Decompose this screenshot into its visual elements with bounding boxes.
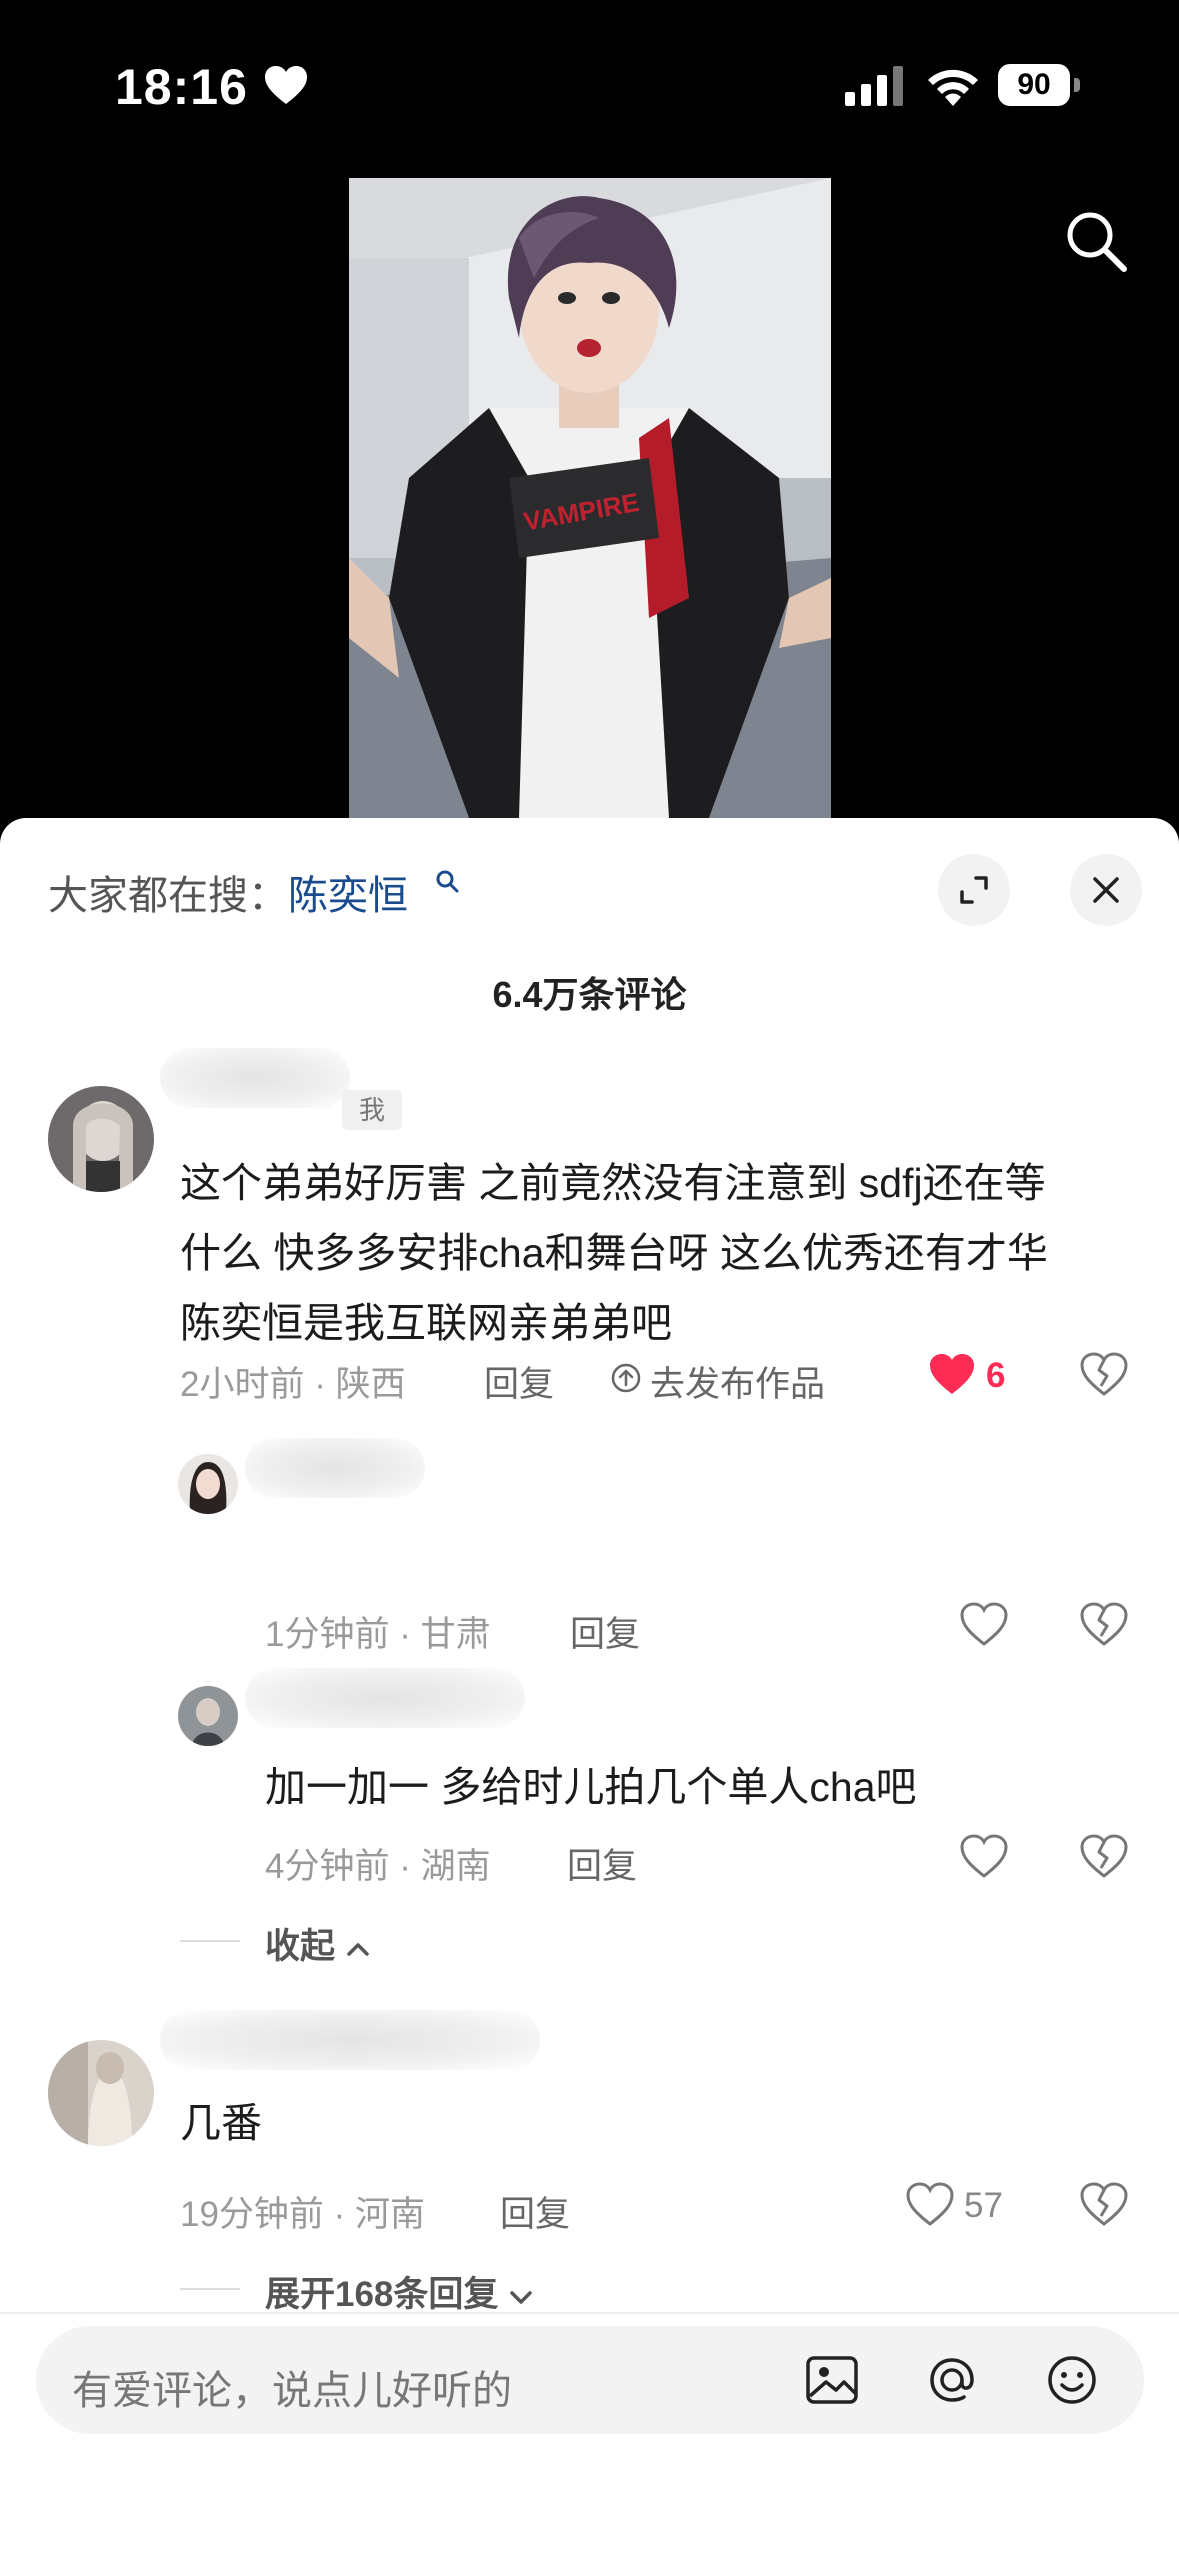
publish-icon [611,1363,641,1393]
search-icon[interactable] [1060,205,1130,275]
comment-panel: 大家都在搜：陈奕恒 6.4万条评论 我 这个弟弟好厉害 之前竟然没有注意到 sd… [0,818,1179,2556]
search-icon [436,870,459,893]
divider [0,2312,1179,2314]
like-icon[interactable] [960,1602,1008,1646]
comment-text: 几番 [180,2100,262,2146]
battery-indicator: 90 [998,64,1080,106]
chevron-down-icon [510,2291,532,2304]
expand-replies-button[interactable]: 展开168条回复 [265,2266,534,2317]
comment-text-line: 什么 快多多安排cha和舞台呀 这么优秀还有才华 [180,1230,1048,1276]
expand-icon [960,876,988,904]
username-blurred[interactable] [245,1438,425,1498]
divider [180,2288,240,2290]
comment-meta: 19分钟前 · 河南 [180,2195,426,2234]
emoji-icon[interactable] [1042,2350,1102,2410]
me-tag: 我 [342,1090,402,1130]
wifi-icon [928,69,978,106]
avatar[interactable] [48,1086,154,1192]
comment-meta: 1分钟前 · 甘肃 [265,1615,491,1654]
comment-text-line: 陈奕恒是我互联网亲弟弟吧 [180,1300,672,1346]
image-icon[interactable] [802,2350,862,2410]
like-icon[interactable] [906,2182,954,2226]
dislike-icon[interactable] [1080,2182,1128,2226]
dislike-icon[interactable] [1080,1834,1128,1878]
comment-text-line: 这个弟弟好厉害 之前竟然没有注意到 sdfj还在等 [180,1160,1046,1206]
comment-text: 这个弟弟好厉害 之前竟然没有注意到 sdfj还在等 什么 快多多安排cha和舞台… [180,1148,1048,1358]
dislike-icon[interactable] [1080,1352,1128,1396]
comment-meta: 2小时前 · 陕西 [180,1365,406,1404]
collapse-label: 收起 [265,1927,336,1966]
signal-icon [845,66,903,106]
avatar[interactable] [178,1686,238,1746]
username-blurred[interactable] [160,1048,350,1108]
hot-search-term[interactable]: 陈奕恒 [288,874,408,918]
reply-button[interactable]: 回复 [500,2186,570,2237]
comment-meta: 4分钟前 · 湖南 [265,1847,491,1886]
username-blurred[interactable] [160,2010,540,2070]
comment-input[interactable]: 有爱评论，说点儿好听的 [36,2326,1144,2434]
video-frame-image: VAMPIRE [349,178,831,818]
close-icon [1093,877,1119,903]
comment-input-placeholder: 有爱评论，说点儿好听的 [72,2369,512,2413]
like-count: 57 [964,2186,1003,2225]
collapse-replies-button[interactable]: 收起 [265,1918,371,1969]
battery-level: 90 [998,64,1070,106]
comment-count: 6.4万条评论 [492,974,687,1015]
video-preview[interactable]: VAMPIRE [349,178,831,818]
expand-button[interactable] [938,854,1010,926]
like-count: 6 [986,1356,1006,1395]
reply-button[interactable]: 回复 [567,1838,637,1889]
publish-work-link[interactable]: 去发布作品 [650,1356,825,1407]
like-icon[interactable] [960,1834,1008,1878]
status-bar: 18:16 90 [0,0,1179,170]
avatar[interactable] [48,2040,154,2146]
hot-search-bar[interactable]: 大家都在搜：陈奕恒 [48,863,408,921]
reply-button[interactable]: 回复 [484,1356,554,1407]
avatar[interactable] [178,1454,238,1514]
at-icon[interactable] [922,2350,982,2410]
chevron-up-icon [347,1943,369,1956]
hot-search-label: 大家都在搜： [48,874,288,918]
heart-icon [265,66,307,104]
divider [180,1940,240,1942]
dislike-icon[interactable] [1080,1602,1128,1646]
reply-button[interactable]: 回复 [570,1606,640,1657]
expand-replies-label: 展开168条回复 [265,2275,499,2314]
comment-text: 加一加一 多给时儿拍几个单人cha吧 [265,1764,917,1810]
like-icon[interactable] [928,1352,976,1396]
status-time: 18:16 [115,59,248,115]
username-blurred[interactable] [245,1668,525,1728]
close-button[interactable] [1070,854,1142,926]
